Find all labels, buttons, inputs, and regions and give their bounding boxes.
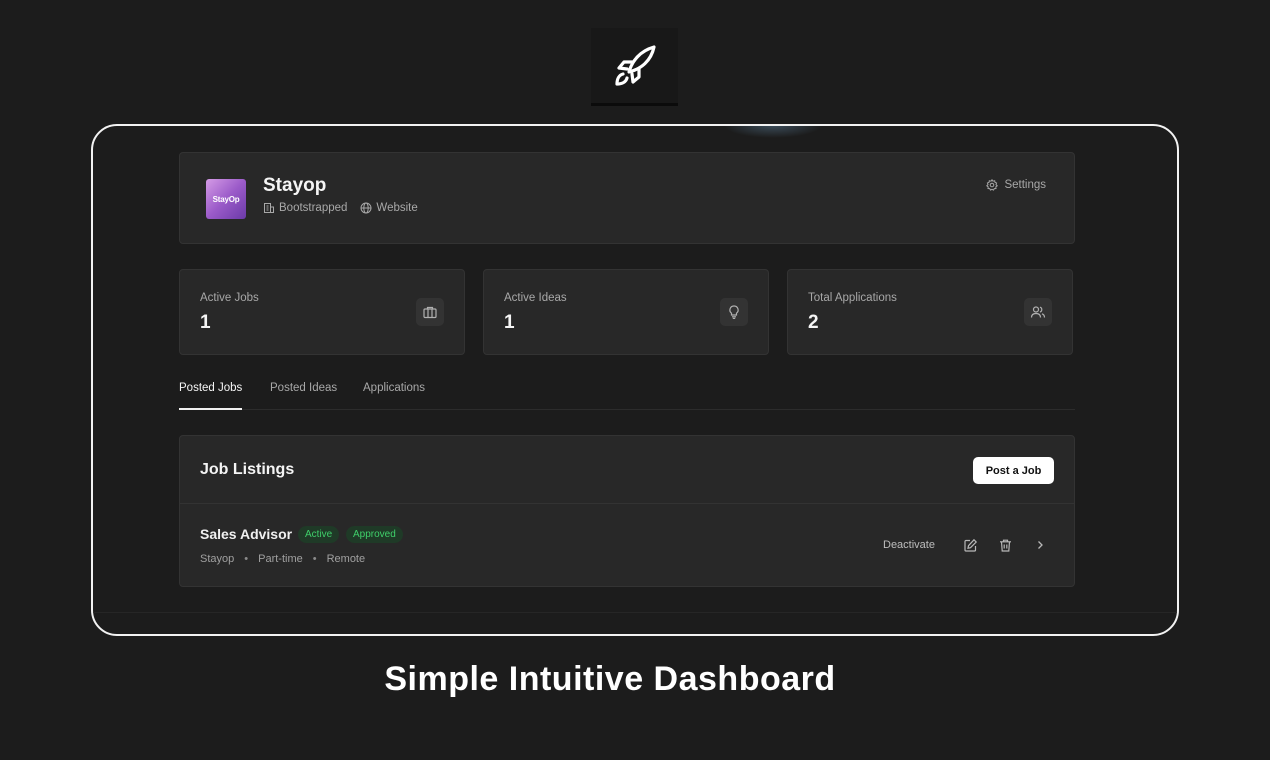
glow-decoration <box>723 126 823 138</box>
company-card: StayOp Stayop Bootstrapped Website Setti… <box>179 152 1075 244</box>
job-location: Remote <box>326 553 366 565</box>
company-name: Stayop <box>263 175 327 196</box>
job-title[interactable]: Sales Advisor <box>200 526 292 542</box>
lightbulb-icon <box>720 298 748 326</box>
website-label: Website <box>376 202 418 214</box>
divider <box>93 612 1177 613</box>
website-link[interactable]: Website <box>360 202 418 214</box>
stat-value: 1 <box>504 312 515 333</box>
job-meta: Stayop • Part-time • Remote <box>200 553 365 565</box>
stat-label: Active Ideas <box>504 292 567 304</box>
rocket-icon <box>614 44 656 86</box>
dashboard-frame: StayOp Stayop Bootstrapped Website Setti… <box>91 124 1179 636</box>
job-type: Part-time <box>258 553 303 565</box>
building-icon <box>264 203 274 213</box>
job-company: Stayop <box>200 553 235 565</box>
separator-dot: • <box>244 553 249 565</box>
stat-card-active-ideas: Active Ideas 1 <box>483 269 769 355</box>
stat-label: Active Jobs <box>200 292 259 304</box>
job-listings-header: Job Listings Post a Job <box>180 436 1074 504</box>
stat-value: 2 <box>808 312 819 333</box>
stat-label: Total Applications <box>808 292 897 304</box>
tab-posted-ideas[interactable]: Posted Ideas <box>270 382 337 410</box>
caption: Simple Intuitive Dashboard <box>384 660 836 698</box>
company-logo: StayOp <box>206 179 246 219</box>
users-icon <box>1024 298 1052 326</box>
funding-label: Bootstrapped <box>279 202 348 214</box>
trash-icon[interactable] <box>997 537 1013 553</box>
post-job-button[interactable]: Post a Job <box>973 457 1054 484</box>
settings-label: Settings <box>1004 179 1046 191</box>
stat-value: 1 <box>200 312 211 333</box>
deactivate-button[interactable]: Deactivate <box>883 539 935 551</box>
globe-icon <box>360 202 372 214</box>
separator-dot: • <box>312 553 317 565</box>
job-listings-card: Job Listings Post a Job Sales Advisor Ac… <box>179 435 1075 587</box>
gear-icon <box>986 179 999 191</box>
status-badge: Active <box>298 526 340 543</box>
edit-icon[interactable] <box>962 537 978 553</box>
tab-bar: Posted Jobs Posted Ideas Applications <box>179 378 1075 410</box>
chevron-right-icon[interactable] <box>1032 537 1048 553</box>
settings-button[interactable]: Settings <box>986 179 1046 191</box>
stat-card-total-applications: Total Applications 2 <box>787 269 1073 355</box>
approval-badge: Approved <box>346 526 403 543</box>
tab-posted-jobs[interactable]: Posted Jobs <box>179 382 243 410</box>
briefcase-icon <box>416 298 444 326</box>
tab-applications[interactable]: Applications <box>363 382 425 410</box>
job-listings-title: Job Listings <box>200 461 295 478</box>
company-meta: Bootstrapped Website <box>263 202 418 214</box>
funding-item: Bootstrapped <box>263 202 347 214</box>
app-logo <box>591 28 678 106</box>
stat-card-active-jobs: Active Jobs 1 <box>179 269 465 355</box>
